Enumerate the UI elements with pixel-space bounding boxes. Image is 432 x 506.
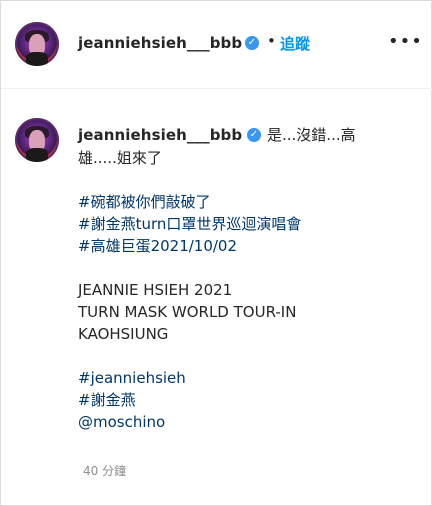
hashtag-link[interactable]: #碗都被你們敲破了 <box>78 191 408 213</box>
hashtag-link[interactable]: #謝金燕turn口罩世界巡迴演唱會 <box>78 213 408 235</box>
hashtag-link[interactable]: #高雄巨蛋2021/10/02 <box>78 235 408 257</box>
follow-button[interactable]: 追蹤 <box>280 33 310 54</box>
mention-link[interactable]: @moschino <box>78 411 408 433</box>
caption-line: TURN MASK WORLD TOUR-IN <box>78 303 297 321</box>
separator-dot: • <box>267 32 276 50</box>
more-options-icon[interactable]: ••• <box>388 32 422 52</box>
avatar-body <box>26 52 48 66</box>
avatar-body <box>26 148 48 162</box>
verified-badge-icon: ✓ <box>247 128 261 142</box>
caption-first-line: 是...沒錯...高 <box>267 126 356 144</box>
caption-text: 雄.....姐來了 #碗都被你們敲破了 #謝金燕turn口罩世界巡迴演唱會 #高… <box>78 147 408 433</box>
post-header: jeanniehsieh___bbb ✓ • 追蹤 ••• <box>1 1 432 89</box>
verified-badge-icon: ✓ <box>245 36 259 50</box>
profile-avatar[interactable] <box>15 22 59 66</box>
caption-username[interactable]: jeanniehsieh___bbb <box>78 126 242 144</box>
hashtag-link[interactable]: #jeanniehsieh <box>78 367 408 389</box>
caption-line: JEANNIE HSIEH 2021 <box>78 281 233 299</box>
caption-line: 雄.....姐來了 <box>78 149 162 167</box>
post-panel: jeanniehsieh___bbb ✓ • 追蹤 ••• jeanniehsi… <box>0 0 432 506</box>
hashtag-link[interactable]: #謝金燕 <box>78 389 408 411</box>
caption-avatar[interactable] <box>15 118 59 162</box>
caption-line: KAOHSIUNG <box>78 325 169 343</box>
header-username[interactable]: jeanniehsieh___bbb <box>78 34 242 52</box>
post-timestamp[interactable]: 40 分鐘 <box>83 462 126 479</box>
